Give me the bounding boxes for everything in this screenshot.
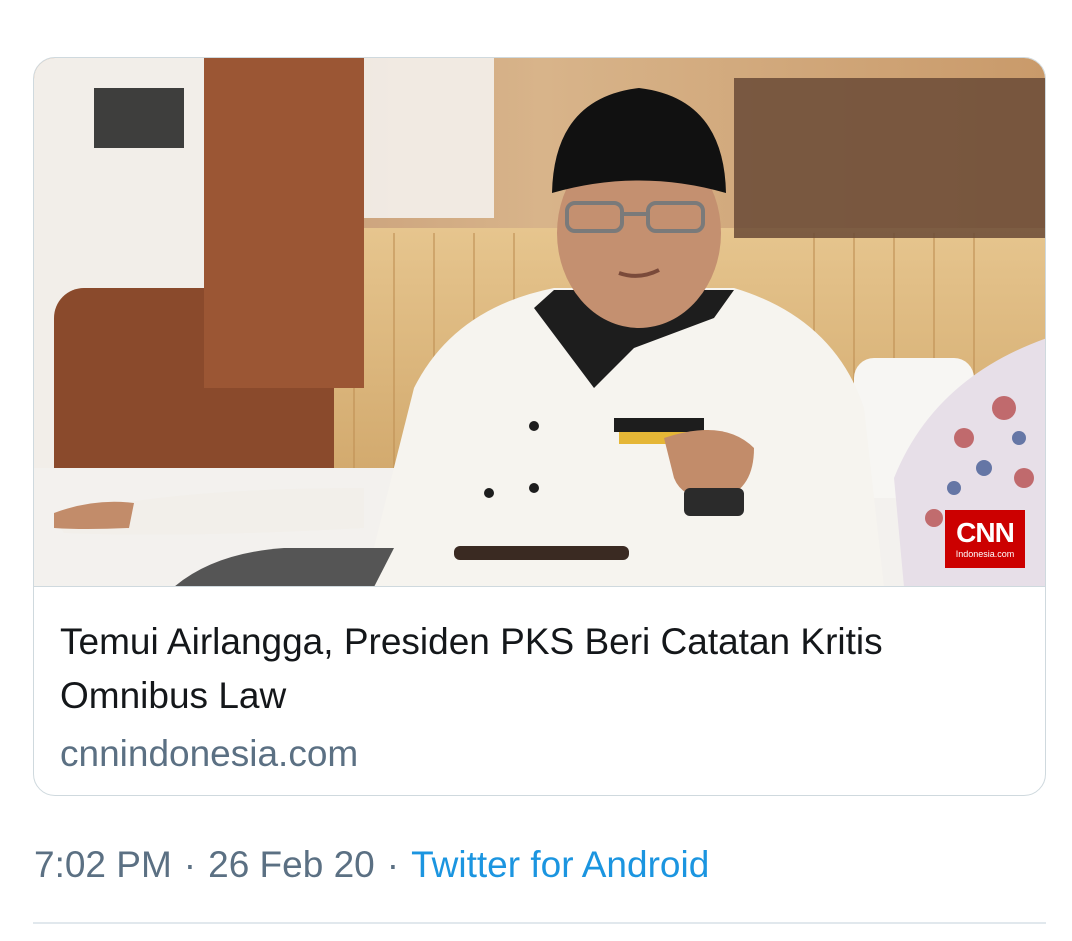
meta-separator: ·: [386, 844, 400, 885]
meta-separator: ·: [183, 844, 197, 885]
article-photo: [34, 58, 1045, 586]
tweet-metadata: 7:02 PM · 26 Feb 20 · Twitter for Android: [34, 838, 709, 892]
cnn-indonesia-logo: CNN Indonesia.com: [945, 510, 1025, 568]
cnn-logo-subtitle: Indonesia.com: [955, 548, 1015, 559]
cnn-logo-mark: CNN: [956, 516, 1015, 548]
tweet-date[interactable]: 26 Feb 20: [208, 844, 375, 885]
link-card-body[interactable]: Temui Airlangga, Presiden PKS Beri Catat…: [34, 587, 1045, 781]
tweet-time[interactable]: 7:02 PM: [34, 844, 172, 885]
link-card-domain: cnnindonesia.com: [60, 733, 359, 774]
link-card-title[interactable]: Temui Airlangga, Presiden PKS Beri Catat…: [60, 615, 1021, 723]
article-thumbnail[interactable]: CNN Indonesia.com: [34, 58, 1045, 587]
tweet-source-link[interactable]: Twitter for Android: [411, 844, 709, 885]
section-divider: [33, 922, 1046, 924]
link-preview-card[interactable]: CNN Indonesia.com Temui Airlangga, Presi…: [33, 57, 1046, 796]
